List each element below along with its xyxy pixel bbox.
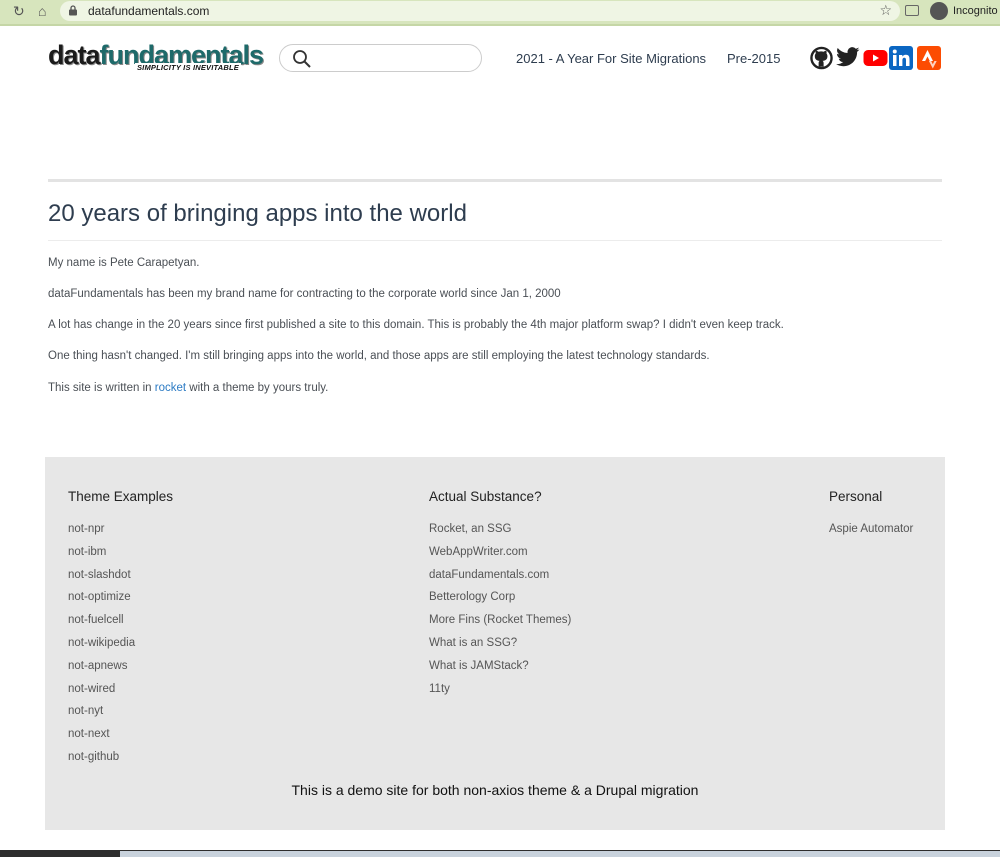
- footer-link[interactable]: What is an SSG?: [429, 637, 517, 649]
- cast-icon[interactable]: [905, 5, 919, 16]
- site-logo[interactable]: datafundamentals SIMPLICITY IS INEVITABL…: [48, 40, 264, 74]
- list-item: 11ty: [429, 683, 571, 706]
- list-item: What is an SSG?: [429, 637, 571, 660]
- lock-icon: [69, 5, 77, 16]
- twitter-icon[interactable]: [836, 46, 860, 70]
- theme-credit-text: with a theme by yours truly.: [186, 382, 329, 394]
- footer-link[interactable]: not-wikipedia: [68, 637, 135, 649]
- footer-link[interactable]: 11ty: [429, 683, 450, 695]
- list-item: not-slashdot: [68, 569, 135, 592]
- linkedin-icon[interactable]: [889, 46, 913, 70]
- footer-link[interactable]: WebAppWriter.com: [429, 546, 528, 558]
- footer-link[interactable]: dataFundamentals.com: [429, 569, 549, 581]
- history-paragraph: A lot has change in the 20 years since f…: [48, 319, 784, 331]
- search-box[interactable]: [279, 44, 482, 72]
- footer-link[interactable]: not-github: [68, 751, 119, 763]
- header-divider: [48, 179, 942, 182]
- footer-link[interactable]: not-apnews: [68, 660, 127, 672]
- footer-link[interactable]: not-nyt: [68, 705, 103, 717]
- list-item: Betterology Corp: [429, 591, 571, 614]
- footer-link[interactable]: not-optimize: [68, 591, 131, 603]
- search-icon: [293, 50, 311, 68]
- rocket-link[interactable]: rocket: [155, 382, 186, 394]
- brand-paragraph: dataFundamentals has been my brand name …: [48, 288, 561, 300]
- list-item: not-apnews: [68, 660, 135, 683]
- list-item: not-optimize: [68, 591, 135, 614]
- incognito-icon[interactable]: [930, 2, 948, 20]
- footer-link[interactable]: Aspie Automator: [829, 523, 913, 535]
- list-item: not-wired: [68, 683, 135, 706]
- footer-link[interactable]: not-next: [68, 728, 110, 740]
- footer-list-theme-examples: not-npr not-ibm not-slashdot not-optimiz…: [68, 523, 135, 774]
- list-item: More Fins (Rocket Themes): [429, 614, 571, 637]
- footer-list-personal: Aspie Automator: [829, 523, 913, 546]
- list-item: not-fuelcell: [68, 614, 135, 637]
- github-icon[interactable]: [810, 46, 833, 70]
- address-bar[interactable]: datafundamentals.com ☆: [60, 1, 900, 21]
- list-item: WebAppWriter.com: [429, 546, 571, 569]
- nav-link-pre-2015[interactable]: Pre-2015: [727, 51, 780, 66]
- footer-list-actual-substance: Rocket, an SSG WebAppWriter.com dataFund…: [429, 523, 571, 705]
- browser-toolbar: ↻ ⌂ datafundamentals.com ☆ Incognito: [0, 0, 1000, 26]
- strava-icon[interactable]: [917, 46, 941, 70]
- footer-link[interactable]: not-fuelcell: [68, 614, 124, 626]
- logo-tagline: SIMPLICITY IS INEVITABLE: [134, 63, 241, 72]
- list-item: What is JAMStack?: [429, 660, 571, 683]
- list-item: Rocket, an SSG: [429, 523, 571, 546]
- home-icon[interactable]: ⌂: [38, 3, 46, 19]
- footer-link[interactable]: Betterology Corp: [429, 591, 515, 603]
- footer-link[interactable]: What is JAMStack?: [429, 660, 529, 672]
- list-item: not-ibm: [68, 546, 135, 569]
- list-item: not-next: [68, 728, 135, 751]
- footer-link[interactable]: not-wired: [68, 683, 115, 695]
- footer-note: This is a demo site for both non-axios t…: [291, 782, 699, 798]
- footer-col-title-actual-substance: Actual Substance?: [429, 489, 542, 504]
- nav-link-2021-migrations[interactable]: 2021 - A Year For Site Migrations: [516, 51, 706, 66]
- written-in-paragraph: This site is written in rocket with a th…: [48, 382, 328, 394]
- bottom-strip: [0, 850, 1000, 857]
- star-icon[interactable]: ☆: [879, 2, 892, 19]
- footer-link[interactable]: not-slashdot: [68, 569, 131, 581]
- address-url[interactable]: datafundamentals.com: [88, 4, 209, 18]
- list-item: not-wikipedia: [68, 637, 135, 660]
- list-item: not-nyt: [68, 705, 135, 728]
- profile-label[interactable]: Incognito: [953, 5, 998, 17]
- title-divider: [48, 240, 942, 241]
- bottom-strip-panel: [120, 851, 1000, 857]
- site-footer: Theme Examples not-npr not-ibm not-slash…: [45, 457, 945, 830]
- list-item: not-github: [68, 751, 135, 774]
- reload-icon[interactable]: ↻: [13, 3, 25, 20]
- list-item: dataFundamentals.com: [429, 569, 571, 592]
- list-item: not-npr: [68, 523, 135, 546]
- footer-col-title-personal: Personal: [829, 489, 883, 504]
- written-in-text: This site is written in: [48, 382, 155, 394]
- footer-col-title-theme-examples: Theme Examples: [68, 489, 174, 504]
- page-title: 20 years of bringing apps into the world: [48, 200, 467, 227]
- footer-link[interactable]: not-npr: [68, 523, 104, 535]
- apps-paragraph: One thing hasn't changed. I'm still brin…: [48, 350, 710, 362]
- footer-link[interactable]: Rocket, an SSG: [429, 523, 511, 535]
- youtube-icon[interactable]: [863, 46, 888, 70]
- intro-paragraph: My name is Pete Carapetyan.: [48, 257, 200, 269]
- footer-link[interactable]: not-ibm: [68, 546, 106, 558]
- search-input[interactable]: [320, 48, 474, 70]
- footer-link[interactable]: More Fins (Rocket Themes): [429, 614, 571, 626]
- list-item: Aspie Automator: [829, 523, 913, 546]
